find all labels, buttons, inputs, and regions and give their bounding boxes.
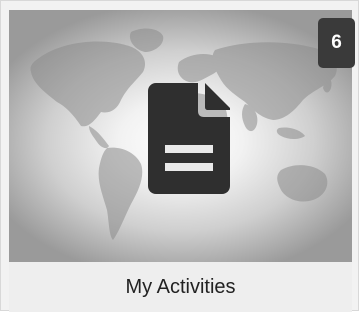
tile-background-image	[9, 10, 352, 262]
tile-label: My Activities	[9, 262, 352, 312]
count-badge: 6	[318, 18, 355, 68]
my-activities-tile[interactable]: 6 My Activities	[0, 0, 359, 312]
document-icon	[148, 83, 230, 194]
